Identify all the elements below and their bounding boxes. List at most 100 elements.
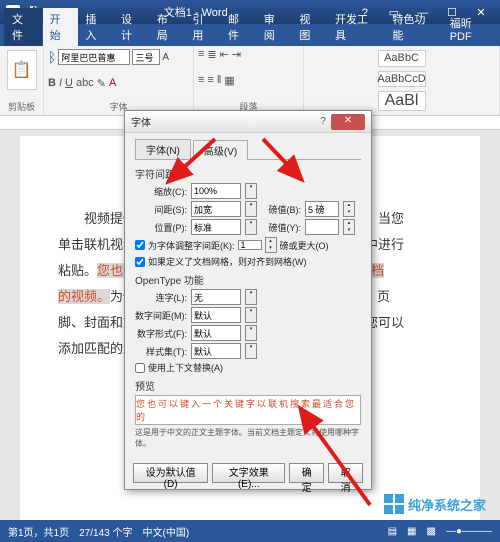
numbering-icon[interactable]: ≣ <box>207 48 216 61</box>
ligatures-label: 连字(L): <box>135 291 187 304</box>
contextual-label: 使用上下文替换(A) <box>148 361 223 374</box>
file-tab[interactable]: 文件 <box>4 8 42 46</box>
styleset-label: 样式集(T): <box>135 345 187 358</box>
kerning-label: 为字体调整字间距(K): <box>148 239 235 252</box>
paragraph-group: ≡ ≣ ⇤ ⇥ ≡ ≡ ‖ ▦ 段落 <box>194 46 304 115</box>
tab-mailings[interactable]: 邮件 <box>221 8 257 46</box>
dialog-close-icon[interactable]: ✕ <box>331 114 365 130</box>
view-read-icon[interactable]: ▤ <box>388 526 397 537</box>
ligatures-select[interactable] <box>191 289 241 305</box>
font-dialog: 字体 ? ✕ 字体(N) 高级(V) 字符间距 缩放(C): ▾ 间距(S): … <box>124 110 372 490</box>
style-normal[interactable]: AaBbC <box>378 50 426 67</box>
tab-home[interactable]: 开始 <box>43 8 79 46</box>
status-language[interactable]: 中文(中国) <box>143 524 190 539</box>
tab-foxit[interactable]: 福昕PDF <box>443 12 500 46</box>
scale-dropdown-icon[interactable]: ▾ <box>245 183 257 199</box>
scale-select[interactable] <box>191 183 241 199</box>
kerning-checkbox[interactable] <box>135 240 145 250</box>
line-spacing-icon[interactable]: ‖ <box>217 74 222 87</box>
shading-icon[interactable]: ▦ <box>224 74 234 87</box>
dialog-titlebar[interactable]: 字体 ? ✕ <box>125 111 371 133</box>
numspacing-select[interactable] <box>191 307 241 323</box>
text-effects-button[interactable]: 文字效果(E)... <box>212 463 285 483</box>
snapgrid-checkbox[interactable] <box>135 257 145 267</box>
tab-review[interactable]: 审阅 <box>257 8 293 46</box>
highlight-icon[interactable]: ✎ <box>97 77 106 90</box>
status-wordcount[interactable]: 27/143 个字 <box>79 524 132 539</box>
zoom-slider[interactable]: —●——— <box>446 526 492 537</box>
tab-view[interactable]: 视图 <box>292 8 328 46</box>
italic-icon[interactable]: I <box>59 77 62 90</box>
contextual-checkbox[interactable] <box>135 363 145 373</box>
numform-select[interactable] <box>191 325 241 341</box>
bold-icon[interactable]: B <box>48 77 56 90</box>
styleset-select[interactable] <box>191 343 241 359</box>
clipboard-label: 剪贴板 <box>4 100 39 113</box>
font-group: ᛒ A B I U abc ✎ A 字体 <box>44 46 194 115</box>
scale-label: 缩放(C): <box>135 185 187 198</box>
section-char-spacing: 字符间距 <box>135 166 361 181</box>
kerning-unit: 磅或更大(O) <box>280 239 329 252</box>
style-heading1[interactable]: AaBl <box>378 91 426 111</box>
spacing-select[interactable] <box>191 201 241 217</box>
dialog-help-icon[interactable]: ? <box>315 116 331 127</box>
underline-icon[interactable]: U <box>65 77 73 90</box>
bullets-icon[interactable]: ≡ <box>198 48 204 61</box>
indent-dec-icon[interactable]: ⇤ <box>220 48 229 61</box>
styles-group: AaBbC AaBbCcD AaBl <box>304 46 500 115</box>
bluetooth-icon[interactable]: ᛒ <box>48 49 56 65</box>
cancel-button[interactable]: 取消 <box>328 463 363 483</box>
dialog-title: 字体 <box>131 114 315 129</box>
grow-font-icon[interactable]: A <box>162 52 169 63</box>
indent-inc-icon[interactable]: ⇥ <box>232 48 241 61</box>
numspacing-dropdown-icon[interactable]: ▾ <box>245 307 257 323</box>
ribbon: 📋 剪贴板 ᛒ A B I U abc ✎ A 字体 ≡ ≣ ⇤ ⇥ ≡ ≡ ‖ <box>0 46 500 116</box>
align-center-icon[interactable]: ≡ <box>207 74 213 87</box>
tab-references[interactable]: 引用 <box>185 8 221 46</box>
snapgrid-label: 如果定义了文档网格，则对齐到网格(W) <box>148 255 307 268</box>
spacing-mag-spinner[interactable]: ▴▾ <box>343 201 355 217</box>
align-left-icon[interactable]: ≡ <box>198 74 204 87</box>
ligatures-dropdown-icon[interactable]: ▾ <box>245 289 257 305</box>
position-dropdown-icon[interactable]: ▾ <box>245 219 257 235</box>
spacing-mag-label: 磅值(B): <box>261 203 301 216</box>
kerning-spinner[interactable]: ▴▾ <box>265 237 277 253</box>
view-web-icon[interactable]: ▩ <box>427 526 436 537</box>
set-default-button[interactable]: 设为默认值(D) <box>133 463 208 483</box>
font-color-icon[interactable]: A <box>109 77 116 90</box>
dialog-tab-font[interactable]: 字体(N) <box>135 139 191 159</box>
style-nospace[interactable]: AaBbCcD <box>378 71 426 88</box>
tab-dev[interactable]: 开发工具 <box>328 8 385 46</box>
body-text: 粘贴。 <box>58 263 97 278</box>
numform-label: 数字形式(F): <box>135 327 187 340</box>
section-opentype: OpenType 功能 <box>135 272 361 287</box>
spacing-dropdown-icon[interactable]: ▾ <box>245 201 257 217</box>
ribbon-tab-strip: 文件 开始 插入 设计 布局 引用 邮件 审阅 视图 开发工具 特色功能 福昕P… <box>0 24 500 46</box>
tab-design[interactable]: 设计 <box>114 8 150 46</box>
tab-insert[interactable]: 插入 <box>78 8 114 46</box>
spacing-mag-input[interactable] <box>305 201 339 217</box>
ok-button[interactable]: 确定 <box>289 463 324 483</box>
paste-button[interactable]: 📋 <box>7 50 37 90</box>
watermark-text: 纯净系统之家 <box>408 495 486 514</box>
position-select[interactable] <box>191 219 241 235</box>
status-bar: 第1页，共1页 27/143 个字 中文(中国) ▤ ▦ ▩ —●——— <box>0 520 500 542</box>
numform-dropdown-icon[interactable]: ▾ <box>245 325 257 341</box>
clipboard-group: 📋 剪贴板 <box>0 46 44 115</box>
numspacing-label: 数字间距(M): <box>135 309 187 322</box>
watermark: 纯净系统之家 <box>384 494 486 514</box>
kerning-input[interactable] <box>238 240 262 250</box>
position-mag-input[interactable] <box>305 219 339 235</box>
font-size-select[interactable] <box>132 49 160 65</box>
view-print-icon[interactable]: ▦ <box>407 526 416 537</box>
font-family-select[interactable] <box>58 49 130 65</box>
spacing-label: 间距(S): <box>135 203 187 216</box>
tab-special[interactable]: 特色功能 <box>385 8 442 46</box>
tab-layout[interactable]: 布局 <box>150 8 186 46</box>
position-mag-spinner[interactable]: ▴▾ <box>343 219 355 235</box>
dialog-tab-advanced[interactable]: 高级(V) <box>193 140 248 160</box>
strike-icon[interactable]: abc <box>76 77 94 90</box>
status-page[interactable]: 第1页，共1页 <box>8 524 69 539</box>
styleset-dropdown-icon[interactable]: ▾ <box>245 343 257 359</box>
font-note: 这是用于中文的正文主题字体。当前文档主题定义将使用哪种字体。 <box>135 427 361 449</box>
